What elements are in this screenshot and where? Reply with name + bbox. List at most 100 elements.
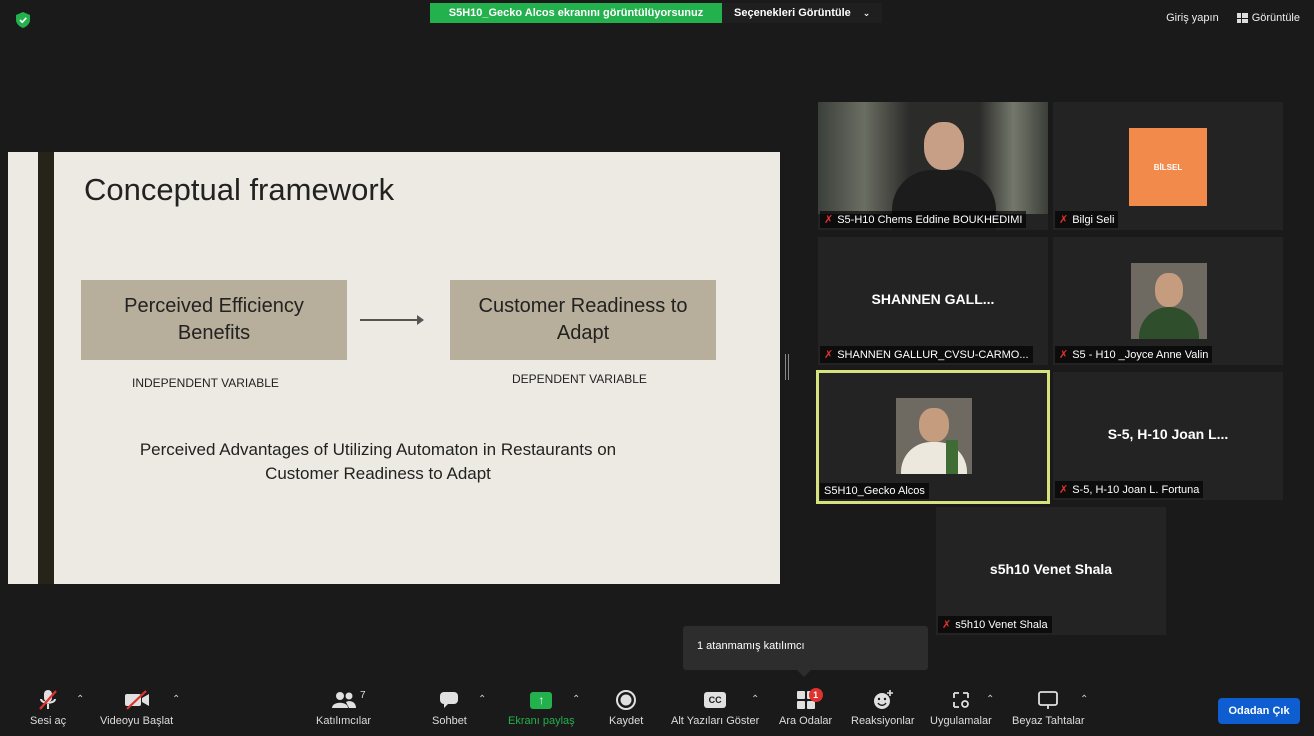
video-tile[interactable]: BİLSEL ✗ Bilgi Seli bbox=[1053, 102, 1283, 230]
whiteboards-label: Beyaz Tahtalar bbox=[1012, 715, 1085, 727]
share-notice: S5H10_Gecko Alcos ekranını görüntülüyors… bbox=[430, 3, 722, 23]
leave-room-button[interactable]: Odadan Çık bbox=[1218, 698, 1300, 724]
chat-bubble-icon bbox=[439, 688, 459, 712]
mic-muted-icon: ✗ bbox=[1059, 214, 1069, 226]
participant-name: S5 - H10 _Joyce Anne Valin bbox=[1072, 348, 1209, 361]
participant-name: Bilgi Seli bbox=[1072, 213, 1115, 226]
independent-variable-label: INDEPENDENT VARIABLE bbox=[132, 376, 279, 390]
whiteboard-icon bbox=[1037, 688, 1059, 712]
slide-title: Conceptual framework bbox=[84, 172, 395, 207]
participant-center-name: SHANNEN GALL... bbox=[871, 291, 995, 307]
arrow-right-icon bbox=[360, 315, 424, 325]
share-screen-button[interactable]: ↑ Ekranı paylaş bbox=[508, 688, 575, 727]
reactions-button[interactable]: Reaksiyonlar bbox=[851, 688, 915, 727]
shared-screen-slide: Conceptual framework Perceived Efficienc… bbox=[8, 152, 780, 584]
captions-icon-wrap: CC bbox=[704, 688, 727, 712]
captions-button[interactable]: CC Alt Yazıları Göster bbox=[671, 688, 759, 727]
participant-name: SHANNEN GALLUR_CVSU-CARMO... bbox=[837, 348, 1029, 361]
apps-options-chevron-icon[interactable]: ⌃ bbox=[986, 694, 994, 705]
independent-variable-box: Perceived Efficiency Benefits bbox=[81, 280, 347, 360]
logo-text: BİLSEL bbox=[1153, 162, 1183, 172]
dependent-variable-label: DEPENDENT VARIABLE bbox=[512, 372, 647, 386]
video-tile[interactable]: ✗ S5-H10 Chems Eddine BOUKHEDIMI bbox=[818, 102, 1048, 230]
participant-label: ✗ S5 - H10 _Joyce Anne Valin bbox=[1055, 346, 1213, 363]
participants-count: 7 bbox=[359, 690, 366, 701]
view-options-label: Seçenekleri Görüntüle bbox=[734, 7, 851, 19]
slide-accent-bar bbox=[38, 152, 54, 584]
start-video-label: Videoyu Başlat bbox=[100, 715, 174, 727]
security-shield-icon[interactable] bbox=[16, 12, 30, 28]
layout-icon bbox=[1236, 13, 1248, 23]
participant-name: s5h10 Venet Shala bbox=[955, 618, 1048, 631]
breakout-icon-wrap: 1 bbox=[796, 688, 823, 712]
participant-label: ✗ S-5, H-10 Joan L. Fortuna bbox=[1055, 481, 1204, 498]
apps-label: Uygulamalar bbox=[930, 715, 992, 727]
start-video-button[interactable]: Videoyu Başlat bbox=[100, 688, 173, 727]
participant-center-name: S-5, H-10 Joan L... bbox=[1107, 426, 1229, 442]
participant-avatar-photo bbox=[896, 398, 972, 474]
view-button[interactable]: Görüntüle bbox=[1236, 12, 1300, 24]
participant-avatar-photo bbox=[1131, 263, 1207, 339]
chevron-down-icon: ⌄ bbox=[862, 8, 871, 18]
chat-options-chevron-icon[interactable]: ⌃ bbox=[478, 694, 486, 705]
record-button[interactable]: Kaydet bbox=[609, 688, 643, 727]
notification-badge: 1 bbox=[808, 688, 823, 702]
video-tile[interactable]: s5h10 Venet Shala ✗ s5h10 Venet Shala bbox=[936, 507, 1166, 635]
sign-in-link[interactable]: Giriş yapın bbox=[1166, 12, 1219, 24]
participant-center-name: s5h10 Venet Shala bbox=[989, 561, 1113, 577]
participant-label: ✗ Bilgi Seli bbox=[1055, 211, 1119, 228]
participant-label: ✗ S5-H10 Chems Eddine BOUKHEDIMI bbox=[820, 211, 1027, 228]
video-tile-active-speaker[interactable]: S5H10_Gecko Alcos bbox=[816, 370, 1050, 504]
audio-options-chevron-icon[interactable]: ⌃ bbox=[76, 694, 84, 705]
apps-icon bbox=[951, 688, 971, 712]
panel-resize-handle[interactable] bbox=[785, 354, 789, 380]
participant-name: S5H10_Gecko Alcos bbox=[824, 485, 925, 497]
reactions-label: Reaksiyonlar bbox=[851, 715, 915, 727]
closed-captions-icon: CC bbox=[704, 692, 727, 708]
breakout-rooms-label: Ara Odalar bbox=[779, 715, 833, 727]
screen-share-banner: S5H10_Gecko Alcos ekranını görüntülüyors… bbox=[430, 3, 883, 23]
participant-name: S-5, H-10 Joan L. Fortuna bbox=[1072, 483, 1200, 496]
chat-button[interactable]: Sohbet bbox=[432, 688, 467, 727]
video-tile[interactable]: S-5, H-10 Joan L... ✗ S-5, H-10 Joan L. … bbox=[1053, 372, 1283, 500]
microphone-muted-icon bbox=[38, 688, 58, 712]
participant-label: ✗ SHANNEN GALLUR_CVSU-CARMO... bbox=[820, 346, 1033, 363]
video-tile[interactable]: ✗ S5 - H10 _Joyce Anne Valin bbox=[1053, 237, 1283, 365]
mic-muted-icon: ✗ bbox=[824, 349, 834, 361]
participants-button[interactable]: 7 Katılımcılar bbox=[316, 688, 371, 727]
mic-muted-icon: ✗ bbox=[824, 214, 834, 226]
view-options-button[interactable]: Seçenekleri Görüntüle ⌄ bbox=[722, 3, 883, 23]
view-label: Görüntüle bbox=[1251, 12, 1300, 24]
unmute-button[interactable]: Sesi aç bbox=[30, 688, 66, 727]
participant-name: S5-H10 Chems Eddine BOUKHEDIMI bbox=[837, 213, 1023, 226]
chat-label: Sohbet bbox=[432, 715, 467, 727]
slide-description: Perceived Advantages of Utilizing Automa… bbox=[139, 440, 617, 483]
apps-button[interactable]: Uygulamalar bbox=[930, 688, 992, 727]
video-camera-off-icon bbox=[124, 688, 150, 712]
participant-label: S5H10_Gecko Alcos bbox=[820, 483, 929, 499]
whiteboard-options-chevron-icon[interactable]: ⌃ bbox=[1080, 694, 1088, 705]
record-label: Kaydet bbox=[609, 715, 644, 727]
mic-muted-icon: ✗ bbox=[1059, 349, 1069, 361]
participant-video bbox=[818, 102, 1048, 230]
captions-label: Alt Yazıları Göster bbox=[671, 715, 760, 727]
share-screen-icon-wrap: ↑ bbox=[530, 688, 553, 712]
captions-options-chevron-icon[interactable]: ⌃ bbox=[751, 694, 759, 705]
share-screen-label: Ekranı paylaş bbox=[508, 715, 575, 727]
meeting-toolbar: Sesi aç ⌃ Videoyu Başlat ⌃ 7 Katılımcıla… bbox=[0, 682, 1314, 736]
dependent-variable-text: Customer Readiness to Adapt bbox=[478, 295, 688, 344]
unassigned-participant-tooltip: 1 atanmamış katılımcı bbox=[683, 626, 928, 677]
breakout-rooms-button[interactable]: 1 Ara Odalar bbox=[779, 688, 832, 727]
participant-label: ✗ s5h10 Venet Shala bbox=[938, 616, 1052, 633]
video-options-chevron-icon[interactable]: ⌃ bbox=[172, 694, 180, 705]
share-screen-icon: ↑ bbox=[530, 691, 553, 709]
participants-icon: 7 bbox=[331, 688, 366, 712]
video-tile[interactable]: SHANNEN GALL... ✗ SHANNEN GALLUR_CVSU-CA… bbox=[818, 237, 1048, 365]
whiteboards-button[interactable]: Beyaz Tahtalar bbox=[1012, 688, 1085, 727]
mic-muted-icon: ✗ bbox=[1059, 484, 1069, 496]
record-icon bbox=[616, 688, 637, 712]
participants-label: Katılımcılar bbox=[316, 715, 372, 727]
mic-muted-icon: ✗ bbox=[942, 619, 952, 631]
share-options-chevron-icon[interactable]: ⌃ bbox=[572, 694, 580, 705]
top-right-controls: Giriş yapın Görüntüle bbox=[1166, 12, 1300, 24]
